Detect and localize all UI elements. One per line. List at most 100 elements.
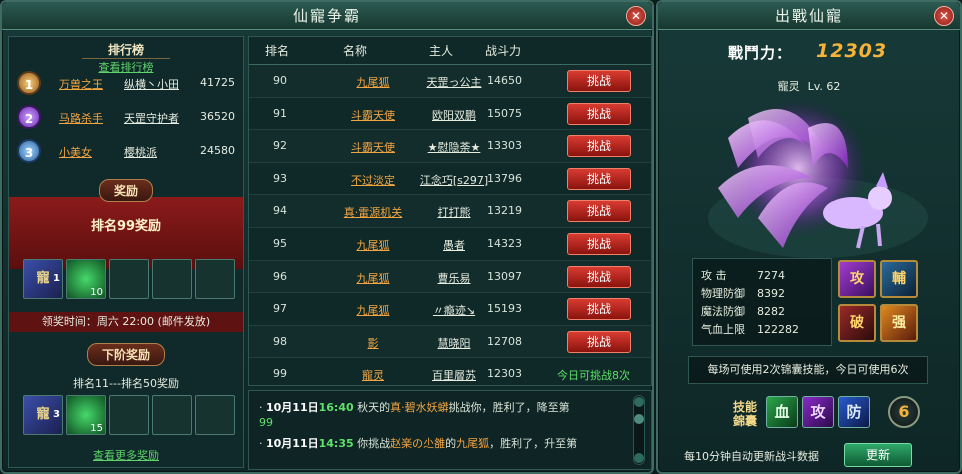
pet-name-line: 寵灵 Lv. 62 [658,78,960,94]
challenge-button[interactable]: 挑战 [567,232,631,255]
ranking-header: 排行榜 [9,41,243,59]
table-row: 99 寵灵 百里層苏 12303 今日可挑战8次 [249,358,651,391]
table-row: 92 斗霸天使 ★慰隐荼★ 13303 挑战 [249,130,651,163]
scroll-thumb[interactable] [634,414,644,424]
arena-window: 仙寵争霸 ✕ 排行榜 查看排行榜 1 万兽之王 纵横丶小田 41725 2 马路… [0,0,654,474]
defense-kit-icon[interactable]: 防 [838,396,870,428]
row-rank: 92 [273,139,287,153]
rank-title[interactable]: 小美女 [59,144,92,160]
reward-banner: 奖励 [9,179,243,202]
combat-power-label: 戰鬥力： [728,44,793,62]
support-skill-icon[interactable]: 輔 [880,260,918,298]
ranking-sidebar: 排行榜 查看排行榜 1 万兽之王 纵横丶小田 41725 2 马路杀手 天罡守护… [8,36,244,468]
row-power: 14323 [487,236,522,250]
empty-slot [195,259,235,299]
row-rank: 93 [273,171,287,185]
table-row: 97 九尾狐 〃瘾迹↘ 15193 挑战 [249,293,651,326]
table-row: 90 九尾狐 天罡っ公主 14650 挑战 [249,65,651,98]
row-rank: 95 [273,236,287,250]
challenge-button[interactable]: 挑战 [567,200,631,223]
kit-count-badge: 6 [888,396,920,428]
combat-power-value: 12303 [816,40,888,62]
close-icon[interactable]: ✕ [626,6,646,26]
row-rank: 97 [273,302,287,316]
col-power: 战斗力 [485,44,522,58]
pet-scroll-icon[interactable]: 寵1 [23,259,63,299]
pet-fox-portrait [708,98,928,258]
challenge-button[interactable]: 挑战 [567,70,631,92]
challenge-button[interactable]: 挑战 [567,135,631,158]
table-row: 91 斗霸天使 欧阳双鹏 15075 挑战 [249,98,651,131]
challenge-button[interactable]: 挑战 [567,265,631,288]
rank-power: 36520 [200,110,235,123]
table-row: 93 不过淡定 江念巧[s297] 13796 挑战 [249,163,651,196]
row-power: 13303 [487,139,522,153]
row-rank: 96 [273,269,287,283]
rank-power: 24580 [200,144,235,157]
current-reward-title: 排名99奖励 [90,219,162,234]
row-power: 13219 [487,204,522,218]
log-rank-value: 99 [259,416,273,429]
challenge-button[interactable]: 挑战 [567,330,631,353]
table-row: 98 影慧晓阳 12708 挑战 [249,326,651,359]
rank-player-name[interactable]: 天罡守护者 [124,110,179,126]
rank-power: 41725 [200,76,235,89]
next-reward-range: 排名11---排名50奖励 [73,377,179,390]
col-name: 名称 [343,44,368,58]
break-skill-icon[interactable]: 破 [838,304,876,342]
kit-label: 技能錦囊 [732,400,757,428]
table-row: 95 九尾狐 愚者 14323 挑战 [249,228,651,261]
challenge-button[interactable]: 挑战 [567,102,631,125]
green-gem-icon[interactable]: 10 [66,259,106,299]
empty-slot [195,395,235,435]
close-icon[interactable]: ✕ [934,6,954,26]
row-power: 12708 [487,334,522,348]
challenges-remaining: 今日可挑战8次 [557,369,630,383]
row-power: 15193 [487,302,522,316]
scroll-up-icon[interactable] [634,397,644,407]
bronze-medal-icon: 3 [17,139,41,163]
active-pet-window: 出戰仙寵 ✕ 戰鬥力： 12303 寵灵 Lv. 62 攻 击 7274 物理防… [656,0,962,474]
kit-usage-notice: 每场可使用2次锦囊技能，今日可使用6次 [688,356,928,384]
active-pet-title: 出戰仙寵 [658,2,960,30]
blood-kit-icon[interactable]: 血 [766,396,798,428]
row-power: 15075 [487,106,522,120]
green-gem-icon[interactable]: 15 [66,395,106,435]
stat-attack: 攻 击 7274 [701,269,785,282]
combat-power: 戰鬥力： 12303 [728,40,898,68]
scroll-down-icon[interactable] [634,453,644,463]
stat-max-hp: 气血上限 122282 [701,323,799,336]
rank-player-name[interactable]: 纵横丶小田 [124,76,179,92]
attack-kit-icon[interactable]: 攻 [802,396,834,428]
challenge-button[interactable]: 挑战 [567,298,631,321]
table-row: 94 真·雷源机关 打打熊 13219 挑战 [249,195,651,228]
stat-physical-defense: 物理防御 8392 [701,287,785,300]
rank-title[interactable]: 万兽之王 [59,76,103,92]
strong-skill-icon[interactable]: 强 [880,304,918,342]
silver-medal-icon: 2 [17,105,41,129]
attack-skill-icon[interactable]: 攻 [838,260,876,298]
log-scrollbar[interactable] [633,395,645,465]
rank-title[interactable]: 马路杀手 [59,110,103,126]
auto-update-note: 每10分钟自动更新战斗数据 [684,450,819,463]
pet-stats-panel: 攻 击 7274 物理防御 8392 魔法防御 8282 气血上限 122282 [692,258,832,346]
top-rank-row: 2 马路杀手 天罡守护者 36520 [9,105,243,131]
pet-scroll-icon[interactable]: 寵3 [23,395,63,435]
refresh-button[interactable]: 更新 [844,443,912,467]
challenge-button[interactable]: 挑战 [567,167,631,190]
top-rank-row: 3 小美女 樱桃派 24580 [9,139,243,165]
pet-name: 寵灵 [777,80,800,93]
row-rank: 94 [273,204,287,218]
row-rank: 99 [273,367,287,381]
arena-window-title: 仙寵争霸 [2,2,652,30]
battle-log: · 10月11日16:40 秋天的真·碧水妖蟒挑战你，胜利了，降至第 99 · … [248,390,652,470]
empty-slot [109,259,149,299]
log-entry: · 10月11日14:35 你挑战赵楽の尐雒的九尾狐，胜利了，升至第 [259,437,578,450]
reward-slots: 寵1 10 [23,259,235,299]
top-rank-row: 1 万兽之王 纵横丶小田 41725 [9,71,243,97]
rank-player-name[interactable]: 樱桃派 [124,144,157,160]
row-rank: 91 [273,106,287,120]
row-power: 13097 [487,269,522,283]
table-row: 96 九尾狐 曹乐易 13097 挑战 [249,261,651,294]
view-more-rewards-link[interactable]: 查看更多奖励 [93,449,159,462]
